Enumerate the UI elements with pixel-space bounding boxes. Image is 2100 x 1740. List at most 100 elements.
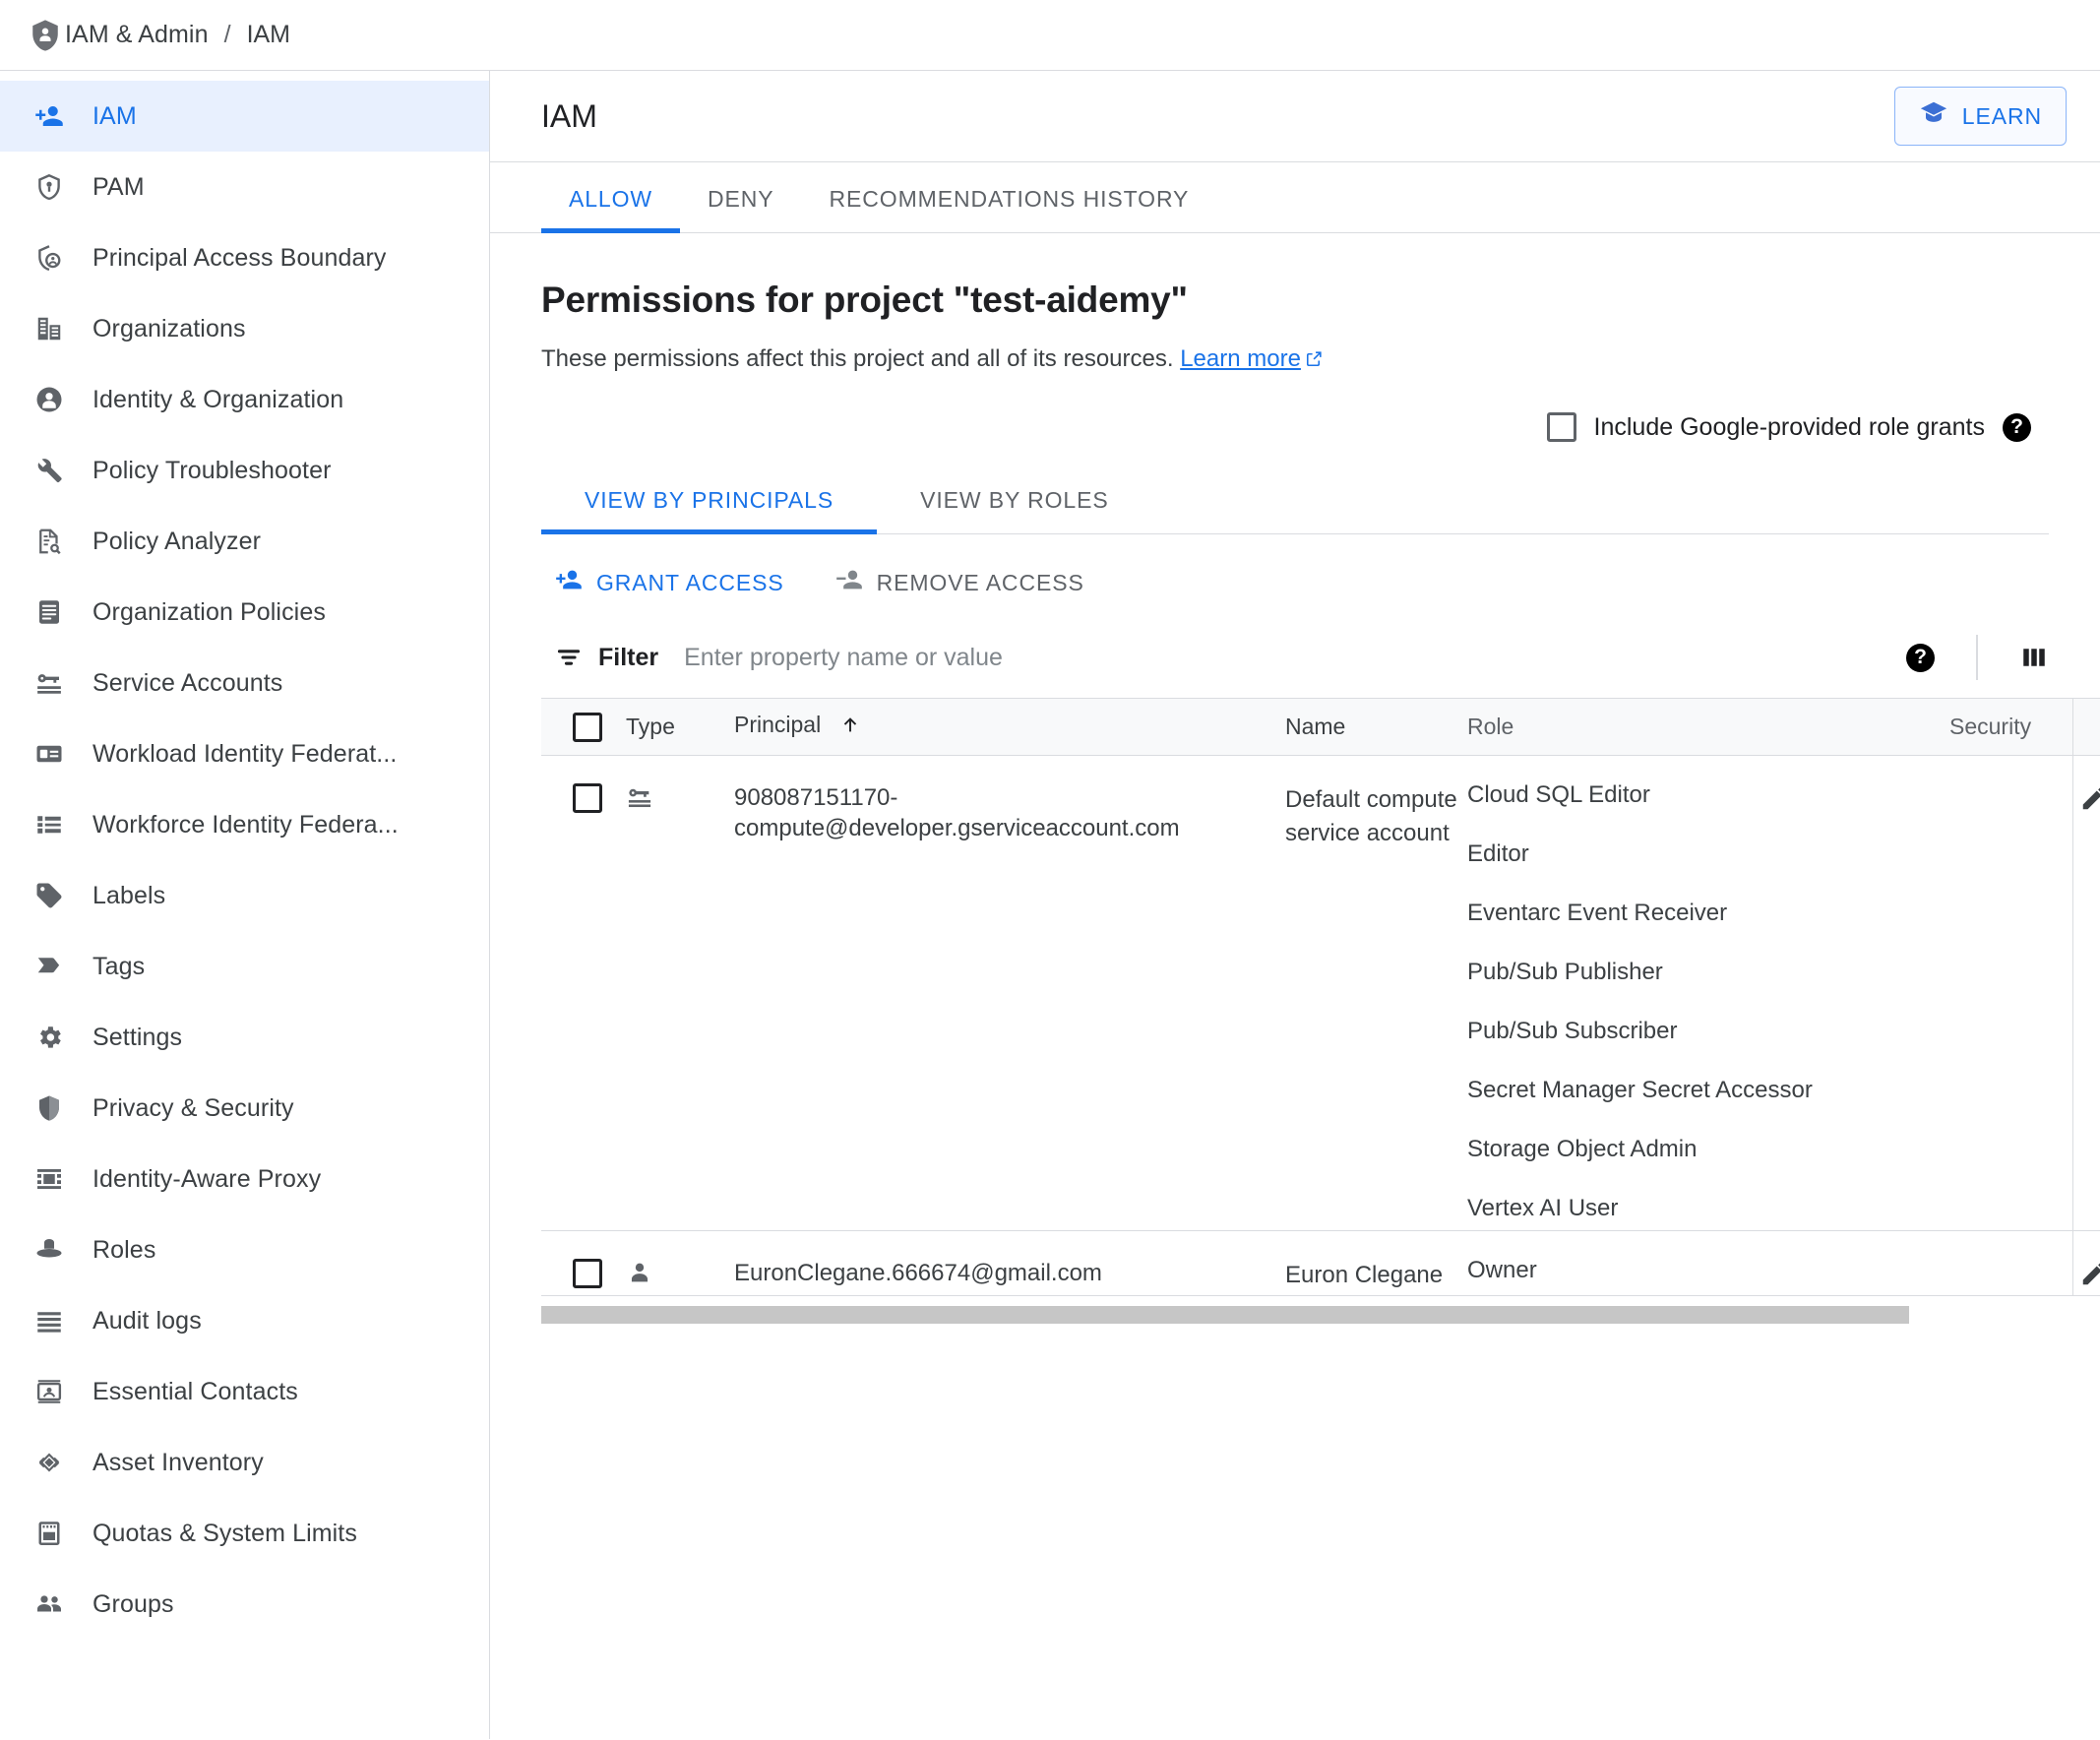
horizontal-scrollbar-thumb[interactable]: [541, 1306, 1909, 1324]
row-checkbox[interactable]: [573, 1259, 602, 1288]
column-header-type[interactable]: Type: [626, 698, 734, 756]
breadcrumb-current[interactable]: IAM: [247, 21, 290, 49]
remove-access-label: REMOVE ACCESS: [876, 569, 1084, 595]
permissions-description: These permissions affect this project an…: [541, 345, 2049, 375]
sidebar-item-identity-organization[interactable]: Identity & Organization: [0, 364, 489, 435]
sidebar-item-label: Organizations: [93, 314, 246, 342]
help-circle-icon[interactable]: ?: [1906, 643, 1935, 672]
remove-access-button[interactable]: REMOVE ACCESS: [835, 566, 1084, 599]
sidebar-item-pam[interactable]: PAM: [0, 152, 489, 222]
sidebar-item-groups[interactable]: Groups: [0, 1569, 489, 1640]
column-header-name[interactable]: Name: [1285, 698, 1467, 756]
sidebar-item-label: Policy Troubleshooter: [93, 456, 332, 484]
pencil-icon[interactable]: [2079, 783, 2100, 813]
sidebar-item-service-accounts[interactable]: Service Accounts: [0, 648, 489, 718]
tab-view-by-roles[interactable]: VIEW BY ROLES: [877, 487, 1152, 533]
sidebar-item-label: Identity & Organization: [93, 385, 344, 413]
main-content: IAM LEARN ALLOW DENY RECOMMENDATIONS HIS…: [490, 71, 2100, 1739]
org-building-icon: [28, 314, 71, 343]
sidebar-item-asset-inventory[interactable]: Asset Inventory: [0, 1427, 489, 1498]
row-role-cell: Cloud SQL Editor Editor Eventarc Event R…: [1467, 755, 1949, 1231]
learn-more-link[interactable]: Learn more: [1180, 345, 1301, 372]
principal-name: Default compute service account: [1285, 786, 1457, 846]
sidebar-item-organizations[interactable]: Organizations: [0, 293, 489, 364]
learn-button-label: LEARN: [1961, 102, 2042, 129]
role-item: Pub/Sub Subscriber: [1467, 1018, 1678, 1044]
sidebar-item-iam[interactable]: IAM: [0, 81, 489, 152]
sidebar-item-policy-troubleshooter[interactable]: Policy Troubleshooter: [0, 435, 489, 506]
horizontal-scrollbar-track[interactable]: [541, 1306, 2100, 1324]
sidebar-item-label: Workload Identity Federat...: [93, 739, 398, 768]
columns-icon[interactable]: [2019, 643, 2049, 672]
tab-view-by-principals[interactable]: VIEW BY PRINCIPALS: [541, 487, 878, 534]
column-header-principal[interactable]: Principal: [734, 698, 1285, 756]
sidebar-item-label: Principal Access Boundary: [93, 243, 387, 272]
row-checkbox[interactable]: [573, 783, 602, 813]
column-header-principal-label: Principal: [734, 712, 822, 737]
sidebar-item-identity-aware-proxy[interactable]: Identity-Aware Proxy: [0, 1144, 489, 1214]
table-body: 908087151170-compute@developer.gservicea…: [541, 755, 2100, 1296]
sidebar-item-settings[interactable]: Settings: [0, 1002, 489, 1073]
toolbar-divider: [1976, 635, 1978, 680]
sidebar-item-label: Essential Contacts: [93, 1377, 298, 1405]
table-row[interactable]: 908087151170-compute@developer.gservicea…: [541, 755, 2100, 1231]
filter-bar: Filter ?: [541, 621, 2049, 694]
document-search-icon: [28, 527, 71, 556]
sidebar-item-label: Groups: [93, 1589, 174, 1618]
sidebar-item-roles[interactable]: Roles: [0, 1214, 489, 1285]
sidebar-item-label: Policy Analyzer: [93, 527, 262, 555]
sidebar-item-workforce-identity-federation[interactable]: Workforce Identity Federa...: [0, 789, 489, 860]
sidebar-item-tags[interactable]: Tags: [0, 931, 489, 1002]
row-name-cell: Euron Clegane: [1285, 1230, 1467, 1296]
role-item: Vertex AI User: [1467, 1195, 1619, 1221]
role-item: Eventarc Event Receiver: [1467, 900, 1728, 926]
tab-bar: ALLOW DENY RECOMMENDATIONS HISTORY: [490, 162, 2100, 233]
sidebar-item-principal-access-boundary[interactable]: Principal Access Boundary: [0, 222, 489, 293]
pencil-icon[interactable]: [2079, 1259, 2100, 1288]
sidebar-item-essential-contacts[interactable]: Essential Contacts: [0, 1356, 489, 1427]
table-header-row: Type Principal Name Role Security: [541, 698, 2100, 756]
tab-deny[interactable]: DENY: [680, 186, 802, 232]
sidebar-item-policy-analyzer[interactable]: Policy Analyzer: [0, 506, 489, 577]
shield-person-outline-icon: [28, 243, 71, 273]
principal-text: EuronClegane.666674@gmail.com: [734, 1260, 1102, 1286]
key-card-icon: [28, 668, 71, 698]
sidebar-item-label: Quotas & System Limits: [93, 1519, 357, 1547]
external-link-icon: [1305, 347, 1324, 375]
gear-icon: [28, 1023, 71, 1052]
include-google-checkbox[interactable]: [1546, 412, 1576, 442]
learn-button[interactable]: LEARN: [1893, 87, 2067, 146]
sidebar-item-workload-identity-federation[interactable]: Workload Identity Federat...: [0, 718, 489, 789]
filter-toolbar: ?: [1906, 635, 2049, 680]
filter-input[interactable]: [684, 643, 1906, 672]
grant-access-label: GRANT ACCESS: [596, 569, 784, 595]
view-mode-tabs: VIEW BY PRINCIPALS VIEW BY ROLES: [541, 467, 2049, 534]
row-type-cell: [626, 1230, 734, 1296]
tab-recommendations-history[interactable]: RECOMMENDATIONS HISTORY: [802, 186, 1217, 232]
grant-access-button[interactable]: GRANT ACCESS: [555, 566, 784, 599]
select-all-checkbox[interactable]: [573, 712, 602, 742]
contact-card-icon: [28, 1377, 71, 1406]
row-security-cell: [1949, 1230, 2072, 1296]
id-card-icon: [28, 739, 71, 769]
column-header-role[interactable]: Role: [1467, 698, 1949, 756]
tab-allow[interactable]: ALLOW: [541, 186, 681, 233]
help-circle-icon[interactable]: ?: [2003, 412, 2031, 442]
document-lines-icon: [28, 597, 71, 627]
breadcrumb-root[interactable]: IAM & Admin: [65, 21, 209, 49]
person-circle-icon: [28, 385, 71, 414]
sidebar-item-label: Workforce Identity Federa...: [93, 810, 399, 839]
column-header-security[interactable]: Security: [1949, 698, 2072, 756]
tag-icon: [28, 881, 71, 910]
row-name-cell: Default compute service account: [1285, 755, 1467, 1231]
sidebar-item-organization-policies[interactable]: Organization Policies: [0, 577, 489, 648]
row-security-cell: [1949, 755, 2072, 1231]
sidebar-item-quotas-system-limits[interactable]: Quotas & System Limits: [0, 1498, 489, 1569]
proxy-icon: [28, 1164, 71, 1194]
sidebar-item-audit-logs[interactable]: Audit logs: [0, 1285, 489, 1356]
permissions-description-text: These permissions affect this project an…: [541, 345, 1174, 372]
sidebar-item-privacy-security[interactable]: Privacy & Security: [0, 1073, 489, 1144]
user-icon: [626, 1263, 653, 1292]
table-row[interactable]: EuronClegane.666674@gmail.com Euron Cleg…: [541, 1230, 2100, 1296]
sidebar-item-labels[interactable]: Labels: [0, 860, 489, 931]
